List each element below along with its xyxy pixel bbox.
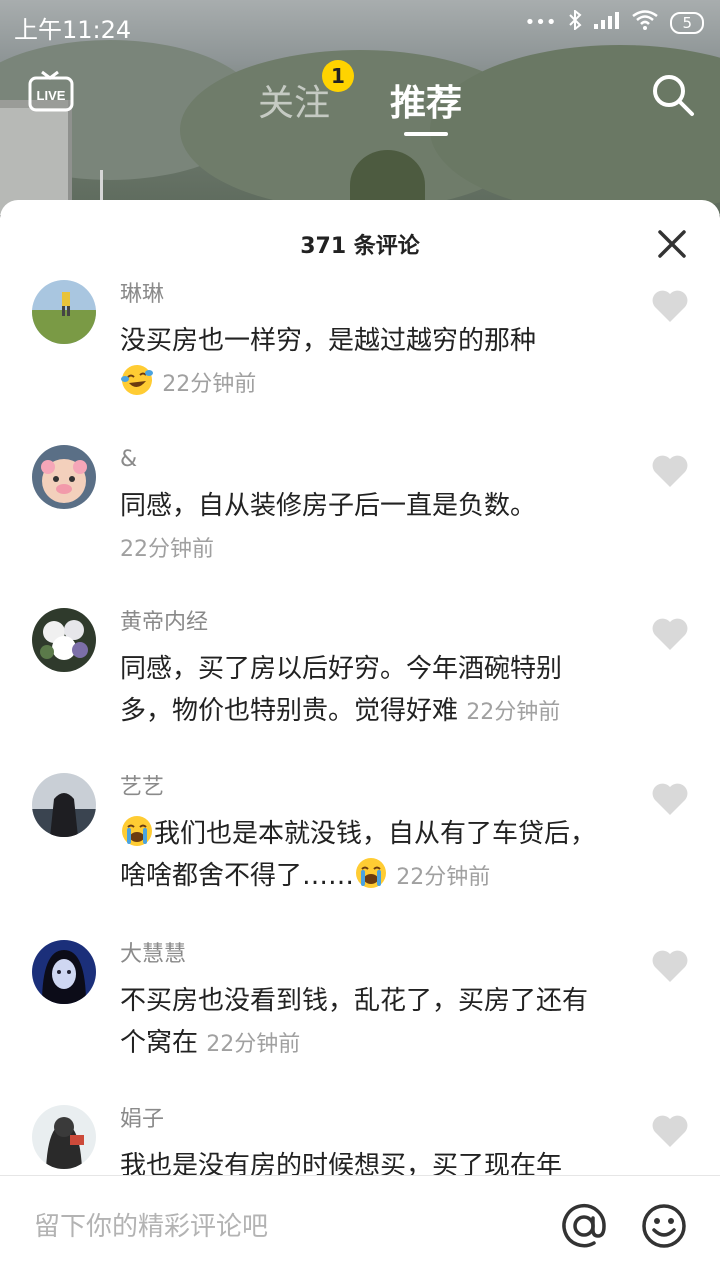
signal-icon [594,11,620,34]
comment-body: 不买房也没看到钱，乱花了，买房了还有个窝在 [120,986,589,1058]
avatar[interactable] [32,608,96,672]
battery-indicator: 5 [670,11,704,34]
comment-time: 22分钟前 [466,700,561,725]
comment-time: 22分钟前 [162,372,257,397]
heart-icon[interactable] [650,288,690,324]
comment-time: 22分钟前 [206,1032,301,1057]
top-navigation: LIVE 关注 1 推荐 [0,60,720,140]
avatar[interactable] [32,940,96,1004]
comment-item: 艺艺 我们也是本就没钱，自从有了车贷后，啥啥都舍不得了…… 22分钟前 [0,773,720,940]
status-icons: ••• 5 [524,8,704,35]
comment-item: 黄帝内经 同感，买了房以后好穷。今年酒碗特别多，物价也特别贵。觉得好难 22分钟… [0,608,720,773]
wifi-icon [632,10,659,35]
heart-icon[interactable] [650,781,690,817]
comment-sheet: 371 条评论 琳琳 没买房也一样穷，是越过越穷的那种 22分钟前 & 同感，自… [0,200,720,1280]
more-dots-icon: ••• [524,12,557,33]
comment-username[interactable]: 艺艺 [120,773,610,813]
comment-item: 大慧慧 不买房也没看到钱，乱花了，买房了还有个窝在 22分钟前 [0,940,720,1105]
comment-username[interactable]: 大慧慧 [120,940,610,980]
bluetooth-icon [568,8,582,35]
comment-username[interactable]: & [120,445,610,485]
avatar[interactable] [32,1105,96,1169]
active-tab-indicator [404,132,448,136]
heart-icon[interactable] [650,616,690,652]
heart-icon[interactable] [650,1113,690,1149]
comment-item: 娟子 我也是没有房的时候想买，买了现在年 [0,1105,720,1175]
status-time: 上午11:24 [14,16,132,44]
svg-text:LIVE: LIVE [37,88,66,103]
comment-input[interactable]: 留下你的精彩评论吧 [34,1206,268,1243]
laugh-cry-emoji [120,363,154,397]
comment-count-title: 371 条评论 [300,234,420,259]
tab-recommend[interactable]: 推荐 [390,74,462,126]
live-icon[interactable]: LIVE [28,70,74,112]
avatar[interactable] [32,773,96,837]
comment-username[interactable]: 娟子 [120,1105,610,1145]
search-icon[interactable] [650,72,696,118]
comment-item: & 同感，自从装修房子后一直是负数。 22分钟前 [0,445,720,608]
comment-text: 我们也是本就没钱，自从有了车贷后，啥啥都舍不得了…… 22分钟前 [120,813,610,899]
comment-username[interactable]: 黄帝内经 [120,608,610,648]
status-bar: 上午11:24 ••• 5 [0,0,720,50]
comment-list[interactable]: 琳琳 没买房也一样穷，是越过越穷的那种 22分钟前 & 同感，自从装修房子后一直… [0,280,720,1175]
crying-emoji [354,856,388,890]
at-icon[interactable] [560,1202,608,1250]
close-icon[interactable] [650,222,694,266]
comment-body: 我也是没有房的时候想买，买了现在年 [120,1151,563,1175]
comment-username[interactable]: 琳琳 [120,280,610,320]
heart-icon[interactable] [650,948,690,984]
comment-text: 我也是没有房的时候想买，买了现在年 [120,1145,610,1175]
comment-text: 同感，买了房以后好穷。今年酒碗特别多，物价也特别贵。觉得好难 22分钟前 [120,648,610,734]
comment-text: 没买房也一样穷，是越过越穷的那种 22分钟前 [120,320,610,406]
heart-icon[interactable] [650,453,690,489]
follow-badge: 1 [322,60,354,92]
smile-icon[interactable] [640,1202,688,1250]
comment-item: 琳琳 没买房也一样穷，是越过越穷的那种 22分钟前 [0,280,720,445]
comment-text: 不买房也没看到钱，乱花了，买房了还有个窝在 22分钟前 [120,980,610,1066]
comment-time: 22分钟前 [120,537,214,562]
comment-body: 没买房也一样穷，是越过越穷的那种 [120,326,537,356]
avatar[interactable] [32,445,96,509]
avatar[interactable] [32,280,96,344]
comment-body: 同感，自从装修房子后一直是负数。 [120,491,537,521]
tab-follow[interactable]: 关注 [258,74,330,126]
comment-input-bar: 留下你的精彩评论吧 [0,1175,720,1280]
crying-emoji [120,814,154,848]
comment-text: 同感，自从装修房子后一直是负数。 22分钟前 [120,485,610,571]
comment-time: 22分钟前 [396,865,491,890]
